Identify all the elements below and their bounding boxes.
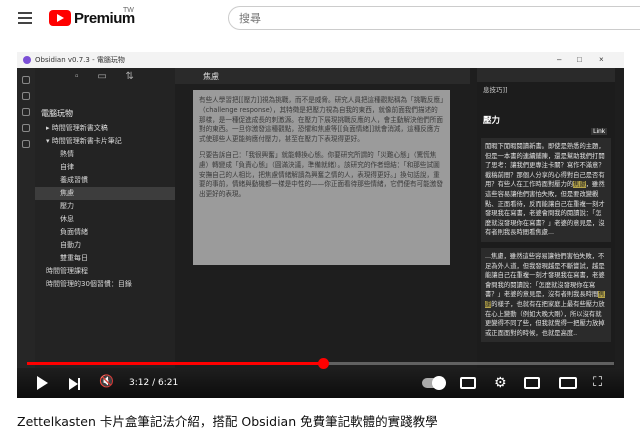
editor-body: 有些人學習把[[壓力]]視為挑戰，而不是威脅。研究人員把這種觀點稱為「挑戰反應」… [193,90,450,265]
star-icon [22,140,30,148]
preview-toolbar [477,68,615,82]
mute-icon[interactable]: 🔇 [99,374,114,388]
file-tree-item[interactable]: 壓力 [35,200,175,213]
region-label: TW [123,7,134,14]
search-input[interactable] [229,7,640,29]
time-display: 3:12 / 6:21 [129,378,179,388]
app-titlebar: Obsidian v0.7.3 - 電腦玩物 – □ × [17,52,624,68]
close-icon: × [599,55,604,64]
file-tree-item[interactable]: 雙重每日 [35,252,175,265]
obsidian-ribbon [17,68,35,368]
card-text: ，雖然這些容易讓他們害怕失敗，但是要改變觀點、正面看待，反而能讓自己在重複一刻才… [485,181,605,237]
preview-title: 壓力 [483,116,501,126]
search-icon [22,92,30,100]
settings-icon[interactable]: ⚙ [494,374,507,391]
file-tree-item[interactable]: 時間管理的30個習慣：目錄 [35,278,175,291]
preview-header: 息技巧]] [483,86,508,94]
file-toolbar: ▫ ▭ ⇅ [75,71,142,82]
search-box[interactable] [228,6,640,30]
folder-icon [22,76,30,84]
maximize-icon: □ [577,55,582,64]
youtube-header: Premium TW [0,0,640,38]
file-tree-item[interactable]: 自動力 [35,239,175,252]
preview-card: ...焦慮，雖然這些容易讓他們害怕失敗，不足為外人道，但我發現越是不斷嘗試，越是… [481,247,611,343]
file-tree-item[interactable]: 休息 [35,213,175,226]
vault-root: 電腦玩物 [41,109,73,118]
highlight-text: 焦慮 [573,181,586,189]
file-tree-item[interactable]: ▸ 時間管理新書文稿 [35,122,175,135]
next-icon[interactable] [69,375,80,393]
file-list: ▸ 時間管理新書文稿 ▾ 時間管理新書卡片筆記 熱情 自律 養成習慣 焦慮 壓力 休息 負面情緒… [35,122,175,291]
editor-pane: 焦慮 有些人學習把[[壓力]]視為挑戰，而不是威脅。研究人員把這種觀點稱為「挑戰… [175,68,470,368]
file-tree-item[interactable]: 焦慮 [35,187,175,200]
card-text: 的樣子，也就有在把家庭上最有些壓力放在心上變動（例如大晚大剛），所以沒有就更變得… [485,300,605,337]
preview-card: 閒暇下閒暇閱讀新書。即使是熟悉的主題，但是一本書的連續鋪陳，還是幫助我們打開了思… [481,138,611,242]
subtitles-icon[interactable] [460,377,476,389]
link-badge: Link [591,128,607,135]
progress-bar[interactable] [27,358,614,369]
video-player[interactable]: Obsidian v0.7.3 - 電腦玩物 – □ × ▫ ▭ ⇅ 電腦玩物 … [17,52,624,398]
file-explorer: ▫ ▭ ⇅ 電腦玩物 ▸ 時間管理新書文稿 ▾ 時間管理新書卡片筆記 熱情 自律 養成習… [35,68,175,368]
play-icon[interactable] [37,376,48,390]
graph-icon [22,108,30,116]
editor-paragraph: 有些人學習把[[壓力]]視為挑戰，而不是威脅。研究人員把這種觀點稱為「挑戰反應」… [199,96,444,144]
fullscreen-icon[interactable]: ⛶ [593,374,602,390]
minimize-icon: – [557,55,562,64]
file-tree-item[interactable]: 時間管理課程 [35,265,175,278]
editor-paragraph: 只要告訴自己：「我很興奮」就能轉換心態。你要研究所謂的「災難心態」（驚慌焦慮）轉… [199,150,443,199]
card-text: ...焦慮，雖然這些容易讓他們害怕失敗，不足為外人道，但我發現越是不斷嘗試，越是… [485,252,605,299]
app-title: Obsidian v0.7.3 - 電腦玩物 [35,56,125,64]
editor-tab-title: 焦慮 [175,68,470,84]
theater-icon[interactable] [559,377,577,389]
hamburger-icon[interactable] [18,12,32,24]
youtube-logo-icon[interactable] [49,10,71,26]
tag-icon [22,124,30,132]
file-tree-item[interactable]: ▾ 時間管理新書卡片筆記 [35,135,175,148]
miniplayer-icon[interactable] [524,377,540,389]
file-tree-item[interactable]: 熱情 [35,148,175,161]
preview-pane: 息技巧]] 壓力 Link 閒暇下閒暇閱讀新書。即使是熟悉的主題，但是一本書的連… [477,68,615,368]
file-tree-item[interactable]: 養成習慣 [35,174,175,187]
player-controls: 🔇 3:12 / 6:21 ⚙ ⛶ [17,368,624,398]
autoplay-toggle[interactable] [422,376,446,390]
file-tree-item[interactable]: 自律 [35,161,175,174]
progress-fill [27,362,323,365]
video-title: Zettelkasten 卡片盒筆記法介紹，搭配 Obsidian 免費筆記軟體… [17,414,438,429]
obsidian-logo-icon [23,56,31,64]
file-tree-item[interactable]: 負面情緒 [35,226,175,239]
